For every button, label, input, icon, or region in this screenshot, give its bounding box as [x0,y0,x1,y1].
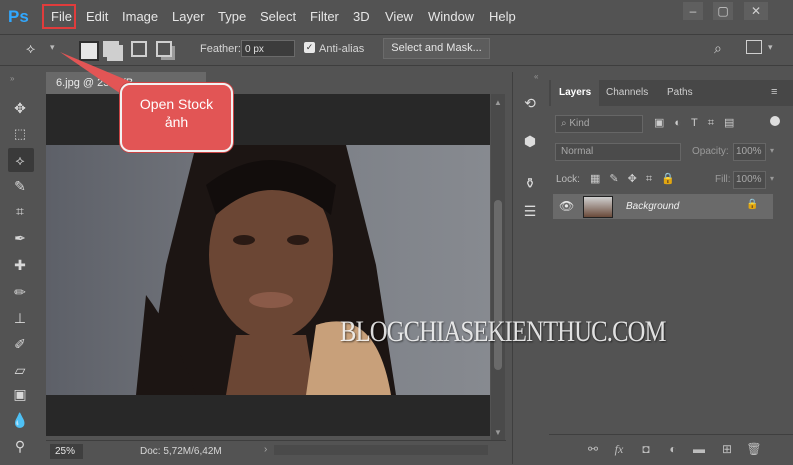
callout-line-1: Open Stock [139,96,214,112]
status-menu-icon[interactable]: › [264,444,267,455]
layer-style-icon[interactable]: fx [610,440,628,458]
watermark: BLOGCHIASEKIENTHUC.COM [340,315,667,348]
scroll-up-icon[interactable]: ▲ [494,98,502,107]
menu-select[interactable]: Select [260,8,296,26]
adjustment-layer-icon[interactable]: ◐ [664,440,682,458]
antialias-checkbox[interactable]: ✓ [304,42,315,53]
opacity-label: Opacity: [692,146,729,157]
tab-channels[interactable]: Channels [598,80,656,106]
menu-layer[interactable]: Layer [172,8,205,26]
restore-button[interactable]: ▢ [713,2,733,20]
add-mask-icon[interactable]: ◘ [637,440,655,458]
layer-lock-icon: 🔒 [746,199,759,210]
link-layers-icon[interactable]: ⚯ [584,440,602,458]
eyedropper-tool-icon[interactable]: ✒ [10,228,30,248]
collapse-toolbar-icon[interactable]: » [10,74,14,83]
menu-3d[interactable]: 3D [353,8,370,26]
antialias-label: Anti-alias [319,43,365,55]
brush-tool-icon[interactable]: ✏ [10,282,30,302]
layer-thumbnail [583,196,613,218]
clone-stamp-tool-icon[interactable]: ⊥ [10,308,30,328]
layer-name[interactable]: Background [626,201,679,212]
feather-label: Feather: [200,43,241,55]
blur-tool-icon[interactable]: 💧 [10,410,30,430]
menu-filter[interactable]: Filter [310,8,339,26]
workspace-icon[interactable] [746,40,762,54]
minimize-button[interactable]: – [683,2,703,20]
horizontal-scrollbar[interactable] [274,445,488,455]
filter-toggle-icon[interactable] [770,116,780,126]
filter-icons[interactable]: ▣◐T⌗▤ [654,116,744,130]
menu-type[interactable]: Type [218,8,246,26]
new-layer-icon[interactable]: ⊞ [718,440,736,458]
adjustments-panel-icon[interactable]: ☰ [518,200,542,222]
brush-settings-icon[interactable]: ⚱ [518,172,542,194]
move-tool-icon[interactable]: ✥ [10,98,30,118]
fill-label: Fill: [715,174,731,185]
collapse-dock-icon[interactable]: « [534,72,538,81]
kind-filter-select[interactable]: ⌕ Kind [555,115,643,133]
workspace-chevron-icon[interactable]: ▾ [768,42,773,53]
polygonal-lasso-tool-icon[interactable]: ⟡ [26,40,48,58]
close-button[interactable]: ✕ [744,2,768,20]
chevron-down-icon[interactable]: ▾ [50,42,55,53]
quick-selection-tool-icon[interactable]: ✎ [10,176,30,196]
fill-field[interactable]: 100% [733,171,766,189]
callout-annotation: Open Stock ảnh [120,83,233,152]
marquee-tool-icon[interactable]: ⬚ [10,124,30,144]
zoom-level-field[interactable]: 25% [50,444,83,459]
visibility-eye-icon[interactable]: 👁 [559,199,574,213]
menu-image[interactable]: Image [122,8,158,26]
menu-file[interactable]: File [51,8,72,26]
opacity-field[interactable]: 100% [733,143,766,161]
menu-help[interactable]: Help [489,8,516,26]
gradient-tool-icon[interactable]: ▣ [10,384,30,404]
healing-brush-tool-icon[interactable]: ✚ [10,255,30,275]
lasso-tool-icon[interactable]: ⟡ [10,150,30,170]
3d-panel-icon[interactable]: ⬢ [518,130,542,152]
scroll-down-icon[interactable]: ▼ [494,428,502,437]
history-brush-tool-icon[interactable]: ✐ [10,334,30,354]
menu-edit[interactable]: Edit [86,8,108,26]
feather-input[interactable]: 0 px [241,40,295,57]
select-and-mask-button[interactable]: Select and Mask... [383,38,490,59]
history-panel-icon[interactable]: ⟲ [518,92,542,114]
lock-label: Lock: [556,174,580,185]
photoshop-logo: Ps [8,7,29,26]
eraser-tool-icon[interactable]: ▱ [10,360,30,380]
dodge-tool-icon[interactable]: ⚲ [10,436,30,456]
tab-paths[interactable]: Paths [659,80,701,106]
document-image[interactable] [46,145,490,395]
blend-mode-select[interactable]: Normal [555,143,681,161]
crop-tool-icon[interactable]: ⌗ [10,201,30,221]
lock-icons[interactable]: ▦✎✥⌗🔒 [590,172,684,186]
menu-view[interactable]: View [385,8,413,26]
kind-filter-label: Kind [569,118,590,129]
panel-menu-icon[interactable]: ≡ [771,86,777,98]
search-icon[interactable]: ⌕ [714,40,722,57]
fill-chevron-icon[interactable]: ▾ [770,174,774,183]
delete-layer-icon[interactable]: 🗑 [745,440,763,458]
document-info: Doc: 5,72M/6,42M [140,446,222,457]
menu-window[interactable]: Window [428,8,474,26]
opacity-chevron-icon[interactable]: ▾ [770,146,774,155]
new-group-icon[interactable]: ▬ [690,440,708,458]
callout-line-2: ảnh [164,114,189,130]
panel-divider [549,434,793,435]
tab-layers[interactable]: Layers [551,80,600,106]
